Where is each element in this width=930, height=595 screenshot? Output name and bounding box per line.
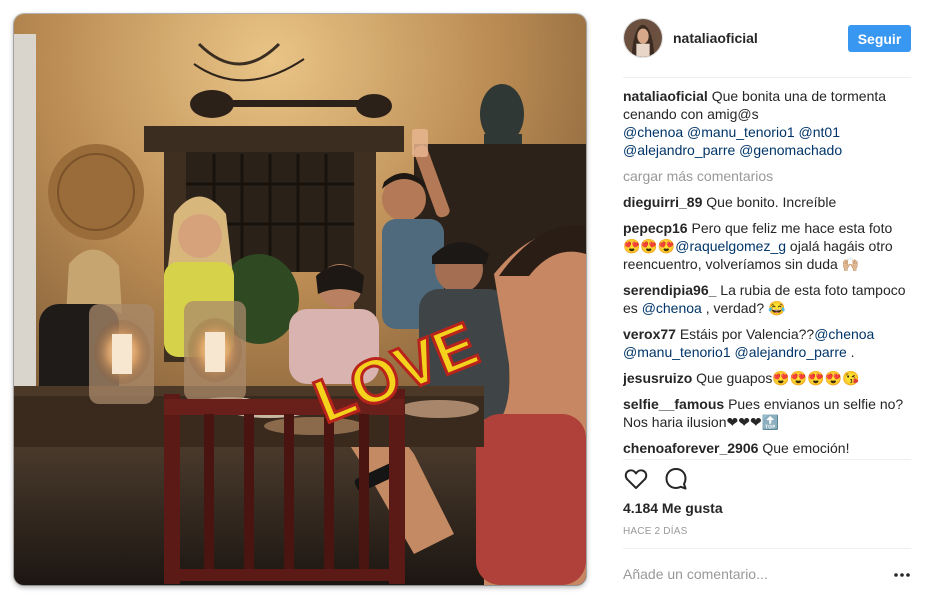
comment-mention[interactable]: @chenoa <box>642 300 702 316</box>
comment-username[interactable]: dieguirri_89 <box>623 194 702 210</box>
load-more-comments-link[interactable]: cargar más comentarios <box>623 167 913 185</box>
likes-count[interactable]: 4.184 Me gusta <box>623 500 723 516</box>
comment-username[interactable]: selfie__famous <box>623 396 724 412</box>
comment-username[interactable]: chenoaforever_2906 <box>623 440 758 456</box>
comment-item: dieguirri_89 Que bonito. Increíble <box>623 193 913 211</box>
comment-username[interactable]: serendipia96_ <box>623 282 716 298</box>
comment-item: verox77 Estáis por Valencia??@chenoa @ma… <box>623 325 913 361</box>
avatar-image <box>624 19 662 57</box>
comment-username[interactable]: pepecp16 <box>623 220 688 236</box>
post-date[interactable]: HACE 2 DÍAS <box>623 526 687 537</box>
comment-item: serendipia96_ La rubia de esta foto tamp… <box>623 281 913 317</box>
comment-icon[interactable] <box>663 466 689 492</box>
comment-username[interactable]: jesusruizo <box>623 370 692 386</box>
comment-text: Que bonito. Increíble <box>706 194 837 210</box>
comment-text: Que guapos😍😍😍😍😘 <box>696 370 860 386</box>
avatar[interactable] <box>623 18 663 58</box>
header-divider <box>623 77 911 78</box>
add-comment-input[interactable] <box>623 564 883 584</box>
comment-item: jesusruizo Que guapos😍😍😍😍😘 <box>623 369 913 387</box>
post-sidebar: nataliaoficial Seguir nataliaoficial Que… <box>610 0 930 595</box>
comments-list[interactable]: nataliaoficial Que bonita una de torment… <box>623 87 913 457</box>
comment-emoji: 😍😍😍 <box>623 238 676 254</box>
comment-text: Pero que feliz me hace esta foto <box>691 220 893 236</box>
caption-mentions-1[interactable]: @chenoa @manu_tenorio1 @nt01 <box>623 124 840 140</box>
comment-mention[interactable]: @raquelgomez_g <box>675 238 786 254</box>
comment-item: chenoaforever_2906 Que emoción! Pasarosl… <box>623 439 913 457</box>
comment-item: pepecp16 Pero que feliz me hace esta fot… <box>623 219 913 273</box>
comment-text: Estáis por Valencia?? <box>679 326 815 342</box>
caption-mentions-2[interactable]: @alejandro_parre @genomachado <box>623 142 842 158</box>
post-header: nataliaoficial Seguir <box>623 16 911 62</box>
post-actions <box>623 466 911 492</box>
comment-text: , verdad? 😂 <box>705 300 786 316</box>
dinner-scene: LOVE <box>14 14 586 585</box>
comment-text: . <box>850 344 855 360</box>
more-options-icon[interactable] <box>892 568 912 582</box>
comments-divider <box>623 459 911 460</box>
heart-icon[interactable] <box>623 466 649 492</box>
comment-username[interactable]: verox77 <box>623 326 676 342</box>
caption-username[interactable]: nataliaoficial <box>623 88 708 104</box>
post-photo[interactable]: LOVE <box>14 14 586 585</box>
footer-divider <box>623 548 911 549</box>
post-username[interactable]: nataliaoficial <box>673 30 758 46</box>
comment-item: selfie__famous Pues envianos un selfie n… <box>623 395 913 431</box>
follow-button[interactable]: Seguir <box>848 25 911 52</box>
post-caption: nataliaoficial Que bonita una de torment… <box>623 87 913 159</box>
